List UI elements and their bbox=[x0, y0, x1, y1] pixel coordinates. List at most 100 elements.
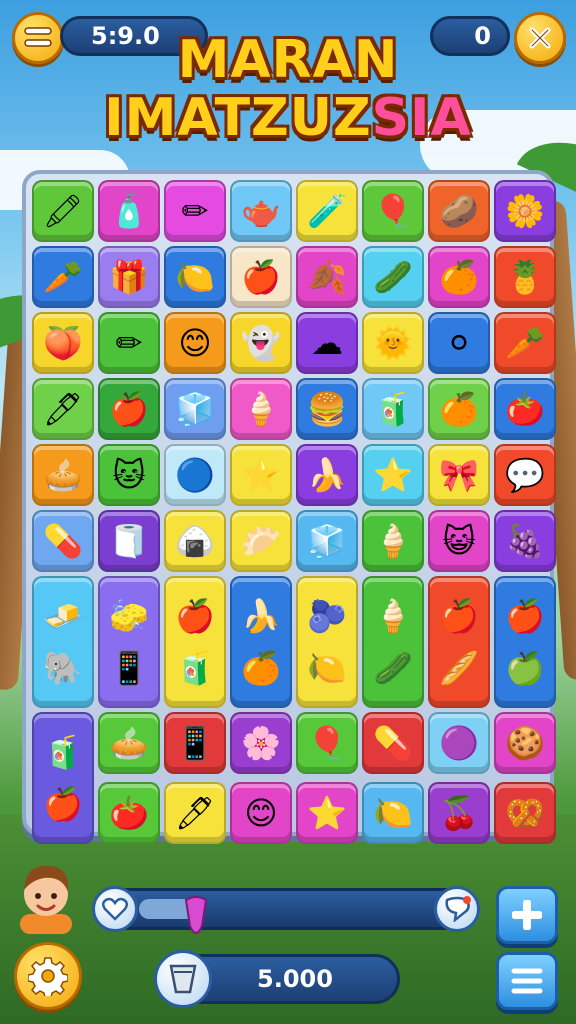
tile-item-icon: 🍅 bbox=[109, 794, 149, 832]
board-tile[interactable]: 🫖 bbox=[230, 180, 292, 242]
tile-item-icon: 👻 bbox=[241, 324, 281, 362]
heart-icon bbox=[102, 897, 128, 921]
tile-item-icon: 🍎 bbox=[43, 785, 83, 823]
tile-item-icon: 🍒 bbox=[439, 794, 479, 832]
board-tile[interactable]: 🍦 bbox=[362, 510, 424, 572]
board-tile[interactable]: 🥕 bbox=[494, 312, 556, 374]
board-tile[interactable]: 🍦 bbox=[230, 378, 292, 440]
board-tile[interactable]: 😊 bbox=[164, 312, 226, 374]
board-tile[interactable]: 🥔 bbox=[428, 180, 490, 242]
board-tile[interactable]: 💬 bbox=[494, 444, 556, 506]
board-tile[interactable]: 🧈 🐘 bbox=[32, 576, 94, 708]
board-tile[interactable]: 🎁 bbox=[98, 246, 160, 308]
tile-item-icon: 🍌 bbox=[241, 597, 281, 635]
heart-button[interactable] bbox=[92, 886, 138, 932]
board-tile[interactable]: 🔵 bbox=[164, 444, 226, 506]
tile-item-icon: 🌞 bbox=[373, 324, 413, 362]
board-tile[interactable]: 🍍 bbox=[494, 246, 556, 308]
board-tile[interactable]: 🎈 bbox=[296, 712, 358, 774]
board-tile[interactable]: 🍪 bbox=[494, 712, 556, 774]
board-tile[interactable]: ⭐ bbox=[296, 782, 358, 844]
board-tile[interactable]: 🥧 bbox=[32, 444, 94, 506]
board-tile[interactable]: 🥕 bbox=[32, 246, 94, 308]
player-avatar[interactable] bbox=[14, 858, 78, 934]
board-tile[interactable]: 🧪 bbox=[296, 180, 358, 242]
board-tile[interactable]: 🎈 bbox=[362, 180, 424, 242]
board-tile[interactable]: 🖊 bbox=[164, 782, 226, 844]
board-tile[interactable]: 🍦 🥒 bbox=[362, 576, 424, 708]
board-tile[interactable]: 🍙 bbox=[164, 510, 226, 572]
board-tile[interactable]: 🧃 🍎 bbox=[32, 712, 94, 844]
board-tile[interactable]: 💊 bbox=[32, 510, 94, 572]
board-tile[interactable]: 🌼 bbox=[494, 180, 556, 242]
tile-item-icon: 🍪 bbox=[505, 724, 545, 762]
tile-item-icon: 💊 bbox=[373, 724, 413, 762]
list-button[interactable] bbox=[496, 952, 558, 1010]
board-tile[interactable]: 🎀 bbox=[428, 444, 490, 506]
board-tile[interactable]: 🍒 bbox=[428, 782, 490, 844]
board-tile[interactable]: 🥟 bbox=[230, 510, 292, 572]
board-tile[interactable]: 💊 bbox=[362, 712, 424, 774]
board-tile[interactable]: 🫐 🍋 bbox=[296, 576, 358, 708]
board-tile[interactable]: ⚪ bbox=[428, 312, 490, 374]
board-tile[interactable]: 🍋 bbox=[164, 246, 226, 308]
board-tile[interactable]: 📱 bbox=[164, 712, 226, 774]
slider-thumb[interactable] bbox=[184, 896, 208, 940]
board-tile[interactable]: ⭐ bbox=[230, 444, 292, 506]
board-tile[interactable]: 🍇 bbox=[494, 510, 556, 572]
board-tile[interactable]: 🍅 bbox=[494, 378, 556, 440]
board-tile[interactable]: ☁ bbox=[296, 312, 358, 374]
board-tile[interactable]: 🧽 📱 bbox=[98, 576, 160, 708]
board-tile[interactable]: 🍌 bbox=[296, 444, 358, 506]
board-tile[interactable]: 😺 bbox=[428, 510, 490, 572]
board-tile[interactable]: 🍌 🍊 bbox=[230, 576, 292, 708]
board-tile[interactable]: 🍎 🧃 bbox=[164, 576, 226, 708]
board-tile[interactable]: 🧊 bbox=[296, 510, 358, 572]
board-tile[interactable]: 🍎 bbox=[230, 246, 292, 308]
board-tile[interactable]: 🧴 bbox=[98, 180, 160, 242]
board-tile[interactable]: ⭐ bbox=[362, 444, 424, 506]
tile-item-icon: 🐱 bbox=[112, 456, 146, 494]
tile-item-icon: ⭐ bbox=[241, 456, 281, 494]
pink-marker-icon bbox=[184, 896, 208, 934]
board-tile[interactable]: 🍋 bbox=[362, 782, 424, 844]
board-tile[interactable]: 🥒 bbox=[362, 246, 424, 308]
tile-item-icon: 🍏 bbox=[505, 649, 545, 687]
board-tile[interactable]: 🟣 bbox=[428, 712, 490, 774]
board-tile[interactable]: 🥧 bbox=[98, 712, 160, 774]
tile-item-icon: ⭐ bbox=[373, 456, 413, 494]
tile-item-icon: 🍔 bbox=[307, 390, 347, 428]
board-tile[interactable]: 🐱 bbox=[98, 444, 160, 506]
board-tile[interactable]: 😊 bbox=[230, 782, 292, 844]
tile-item-icon: 🥒 bbox=[373, 649, 413, 687]
settings-button[interactable] bbox=[14, 942, 82, 1010]
board-tile[interactable]: 🖍 bbox=[32, 180, 94, 242]
progress-slider[interactable] bbox=[96, 888, 476, 930]
add-button[interactable] bbox=[496, 886, 558, 944]
board-tile[interactable]: 🍊 bbox=[428, 378, 490, 440]
board-tile[interactable]: 🥨 bbox=[494, 782, 556, 844]
board-tile[interactable]: 👻 bbox=[230, 312, 292, 374]
board-tile[interactable]: 🍂 bbox=[296, 246, 358, 308]
tile-item-icon: 🧃 bbox=[43, 733, 83, 771]
board-tile[interactable]: 🖊 bbox=[32, 378, 94, 440]
board-tile[interactable]: 🍅 bbox=[98, 782, 160, 844]
tile-item-icon: 🎈 bbox=[307, 724, 347, 762]
board-tile[interactable]: ✏ bbox=[164, 180, 226, 242]
chat-button[interactable] bbox=[434, 886, 480, 932]
board-tile[interactable]: 🍎 bbox=[98, 378, 160, 440]
board-tile[interactable]: 🍎 🍏 bbox=[494, 576, 556, 708]
tile-item-icon: 💊 bbox=[43, 522, 83, 560]
board-tile[interactable]: 🍎 🥖 bbox=[428, 576, 490, 708]
tile-item-icon: 🖍 bbox=[42, 192, 84, 230]
board-tile[interactable]: 🍑 bbox=[32, 312, 94, 374]
board-tile[interactable]: 🌞 bbox=[362, 312, 424, 374]
board-tile[interactable]: ✏ bbox=[98, 312, 160, 374]
board-tile[interactable]: 🧻 bbox=[98, 510, 160, 572]
board-tile[interactable]: 🍔 bbox=[296, 378, 358, 440]
board-tile[interactable]: 🧃 bbox=[362, 378, 424, 440]
tile-item-icon: 🍎 bbox=[175, 597, 215, 635]
board-tile[interactable]: 🌸 bbox=[230, 712, 292, 774]
board-tile[interactable]: 🧊 bbox=[164, 378, 226, 440]
board-tile[interactable]: 🍊 bbox=[428, 246, 490, 308]
